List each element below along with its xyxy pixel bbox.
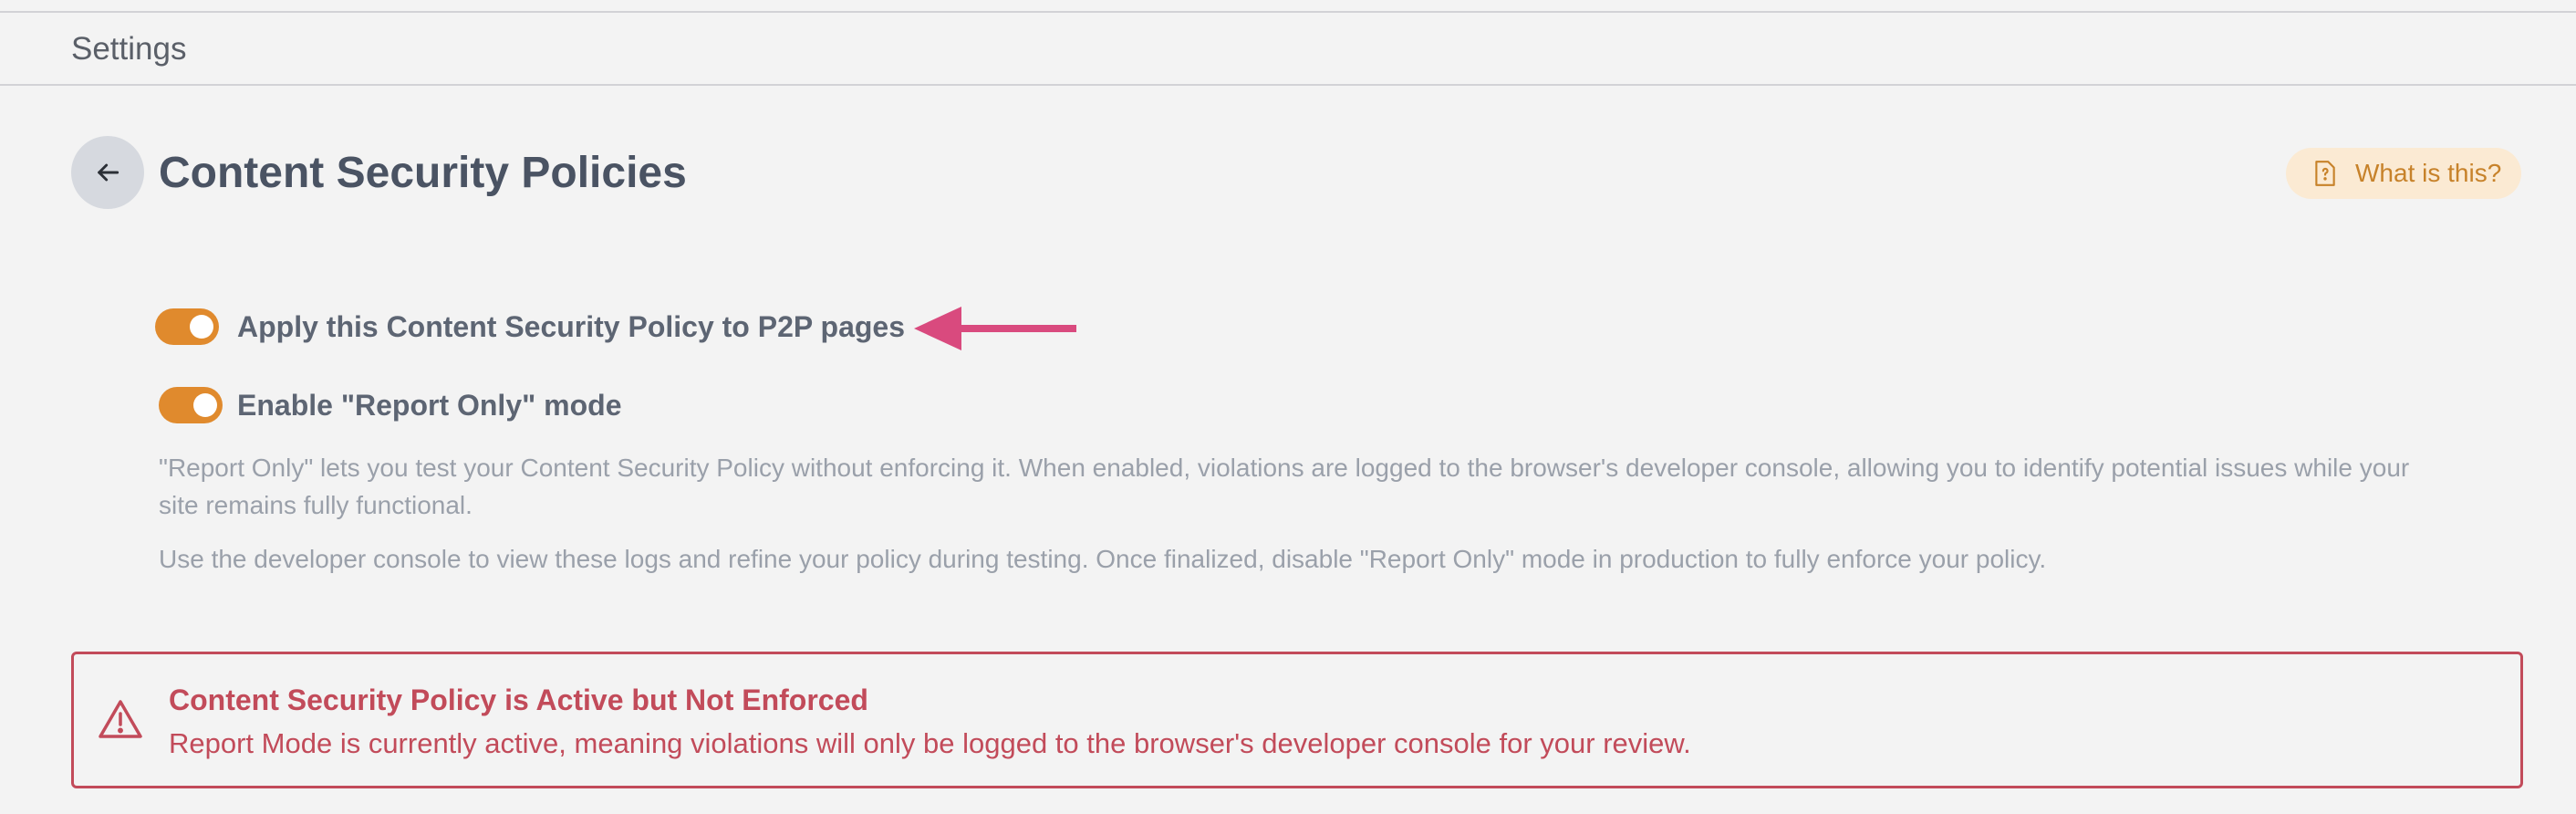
what-is-this-button[interactable]: What is this?	[2286, 148, 2521, 199]
settings-header: Settings	[0, 13, 2576, 86]
alert-message: Report Mode is currently active, meaning…	[169, 727, 1691, 759]
not-enforced-alert: Content Security Policy is Active but No…	[71, 652, 2523, 788]
header-title: Settings	[71, 31, 187, 67]
alert-title: Content Security Policy is Active but No…	[169, 684, 868, 716]
arrow-left-icon	[98, 163, 119, 182]
help-document-icon	[2313, 160, 2337, 187]
what-is-this-label: What is this?	[2355, 159, 2502, 187]
back-button[interactable]	[71, 136, 144, 209]
report-only-description: "Report Only" lets you test your Content…	[159, 454, 2410, 519]
toggle-knob	[193, 393, 217, 417]
toggle-knob	[190, 315, 213, 339]
p2p-policy-toggle[interactable]	[155, 308, 219, 345]
developer-console-description: Use the developer console to view these …	[159, 545, 2047, 573]
warning-triangle-icon	[99, 700, 142, 738]
annotation-arrow-icon	[914, 307, 1076, 350]
p2p-policy-toggle-label: Apply this Content Security Policy to P2…	[237, 310, 906, 343]
report-only-toggle-label: Enable "Report Only" mode	[237, 389, 622, 422]
page-title: Content Security Policies	[159, 149, 687, 197]
report-only-toggle[interactable]	[159, 387, 223, 423]
